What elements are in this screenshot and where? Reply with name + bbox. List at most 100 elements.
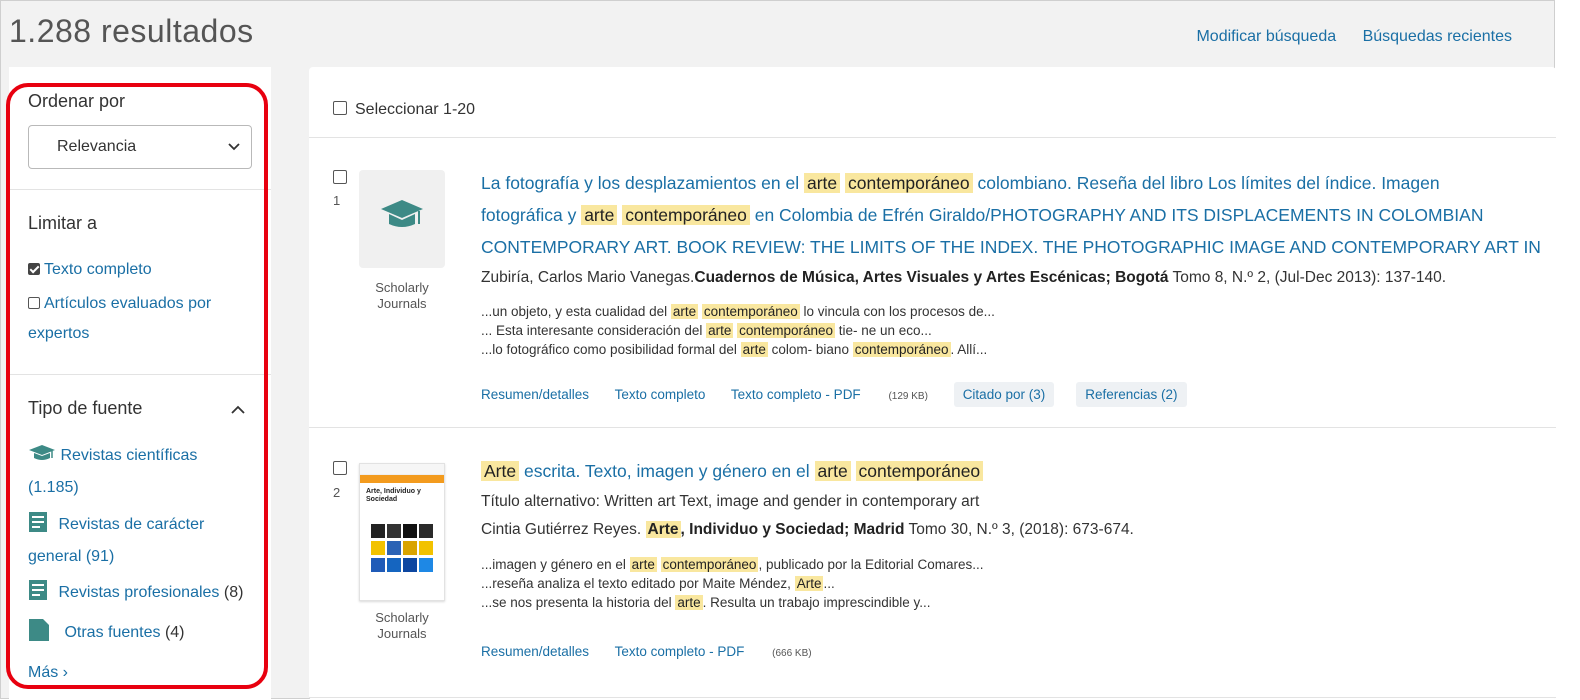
result-snippets: ...un objeto, y esta cualidad del arte c… <box>481 302 995 359</box>
snippet-text: lo vincula con los procesos de... <box>799 304 995 319</box>
highlight: arte <box>675 595 703 610</box>
abstract-link[interactable]: Resumen/detalles <box>481 387 589 402</box>
divider <box>9 189 271 190</box>
source-count-value: (91) <box>85 548 115 565</box>
result-checkbox[interactable] <box>333 461 347 475</box>
source-count-value: (8) <box>223 584 244 601</box>
cited-by-link[interactable]: Citado por (3) <box>953 382 1055 407</box>
source-count-value: (1.185) <box>28 479 79 496</box>
divider <box>9 374 271 375</box>
title-text: fotográfica y <box>481 205 582 225</box>
limit-full-text[interactable]: Texto completo <box>28 261 152 279</box>
pdf-link[interactable]: Texto completo - PDF (666 KB) <box>615 644 812 659</box>
highlight: contemporáneo <box>852 342 951 357</box>
full-text-link[interactable]: Texto completo <box>615 387 706 402</box>
result-number: 1 <box>333 193 341 208</box>
result-checkbox[interactable] <box>333 170 347 184</box>
result-author: Zubiría, Carlos Mario Vanegas. <box>481 269 695 286</box>
cover-band <box>360 464 444 475</box>
result-title-link[interactable]: Arte escrita. Texto, imagen y género en … <box>481 455 1551 487</box>
source-label: Revistas científicas <box>60 447 198 464</box>
title-text: en Colombia de Efrén Giraldo/PHOTOGRAPHY… <box>749 205 1484 225</box>
checkbox-icon[interactable] <box>333 101 347 115</box>
source-general-magazines[interactable]: Revistas de carácter <box>28 509 204 541</box>
limit-peer-reviewed[interactable]: Artículos evaluados por <box>28 295 211 313</box>
highlight[interactable]: Arte <box>645 521 681 538</box>
highlight: arte <box>740 342 768 357</box>
filter-sidebar: Ordenar por Relevancia Limitar a Texto c… <box>9 67 271 700</box>
result-author: Cintia Gutiérrez Reyes. <box>481 521 646 538</box>
checkbox-checked-icon[interactable] <box>28 263 40 275</box>
snippet-text: ...reseña analiza el texto editado por M… <box>481 576 795 591</box>
highlight: contemporáneo <box>660 557 759 572</box>
title-text: CONTEMPORARY ART. BOOK REVIEW: THE LIMIT… <box>481 237 1541 257</box>
pdf-size: (129 KB) <box>888 391 928 402</box>
snippet-text: tie- ne un eco... <box>835 323 932 338</box>
highlight: arte <box>670 304 699 319</box>
highlight: contemporáneo <box>701 304 800 319</box>
source-other[interactable]: Otras fuentes (4) <box>28 617 185 649</box>
select-all-label: Seleccionar 1-20 <box>355 101 476 118</box>
sort-heading: Ordenar por <box>28 91 126 111</box>
highlight: contemporáneo <box>737 323 835 338</box>
source-label: Revistas de carácter <box>58 516 205 533</box>
chevron-up-icon[interactable] <box>230 403 246 417</box>
result-title-link[interactable]: La fotografía y los desplazamientos en e… <box>481 167 1551 263</box>
snippet-text: ...un objeto, y esta cualidad del <box>481 304 671 319</box>
limit-peer-reviewed-line2[interactable]: expertos <box>28 325 89 343</box>
references-link[interactable]: Referencias (2) <box>1076 382 1187 407</box>
result-citation: Zubiría, Carlos Mario Vanegas.Cuadernos … <box>481 269 1446 287</box>
pdf-link-label: Texto completo - PDF <box>614 644 745 659</box>
pdf-link[interactable]: Texto completo - PDF (129 KB) <box>731 387 928 402</box>
snippet-text: , publicado por la Editorial Comares... <box>758 557 984 572</box>
magazine-icon <box>29 580 47 600</box>
result-details: Tomo 30, N.º 3, (2018): 673-674. <box>904 521 1134 538</box>
graduation-cap-icon <box>381 200 423 227</box>
magazine-icon <box>29 512 47 532</box>
source-count: (1.185) <box>28 472 79 504</box>
highlight: contemporáneo <box>622 205 750 225</box>
result-snippets: ...imagen y género en el arte contemporá… <box>481 555 984 612</box>
result-type-line: Journals <box>377 296 427 311</box>
result-type-line: Scholarly <box>375 610 429 625</box>
source-scholarly-journals[interactable]: arte Revistas científicas <box>28 440 197 472</box>
cover-stripe <box>360 475 444 483</box>
highlight: arte <box>581 205 618 225</box>
graduation-cap-icon <box>29 445 55 460</box>
document-icon <box>29 619 49 641</box>
snippet-text: ... Esta interesante consideración del <box>481 323 707 338</box>
divider <box>309 697 1556 698</box>
highlight: contemporáneo <box>845 173 973 193</box>
source-label: Revistas profesionales <box>58 584 220 601</box>
highlight: Arte <box>481 461 520 481</box>
result-cover[interactable]: Arte, Individuo y Sociedad <box>359 463 445 601</box>
checkbox-icon[interactable] <box>28 297 40 309</box>
result-source[interactable]: Cuadernos de Música, Artes Visuales y Ar… <box>694 269 1168 286</box>
title-text: escrita. Texto, imagen y género en el <box>519 461 815 481</box>
result-number: 2 <box>333 485 341 500</box>
select-all[interactable]: Seleccionar 1-20 <box>333 101 475 119</box>
highlight: contemporáneo <box>855 461 984 481</box>
result-details: Tomo 8, N.º 2, (Jul-Dec 2013): 137-140. <box>1168 269 1447 286</box>
source-general-magazines-line2[interactable]: general (91) <box>28 541 114 573</box>
more-sources-link[interactable]: Más › <box>28 657 68 689</box>
highlight: arte <box>803 173 841 193</box>
results-page: 1.288 resultados Modificar búsqueda Búsq… <box>0 0 1556 700</box>
abstract-link[interactable]: Resumen/detalles <box>481 644 589 659</box>
snippet-text: ...lo fotográfico como posibilidad forma… <box>481 342 741 357</box>
sort-select[interactable]: Relevancia <box>28 125 252 169</box>
snippet-text: ...imagen y género en el <box>481 557 630 572</box>
result-item: 1 Scholarly Journals La fotografía y los… <box>309 137 1556 427</box>
recent-searches-link[interactable]: Búsquedas recientes <box>1363 28 1512 45</box>
pdf-size: (666 KB) <box>772 648 812 659</box>
result-type-line: Scholarly <box>375 280 429 295</box>
result-thumbnail[interactable] <box>359 170 445 268</box>
cover-art-icon <box>371 524 433 572</box>
result-source[interactable]: , Individuo y Sociedad; Madrid <box>681 521 905 538</box>
modify-search-link[interactable]: Modificar búsqueda <box>1196 28 1336 45</box>
source-trade-journals[interactable]: Revistas profesionales (8) <box>28 577 243 609</box>
limit-heading: Limitar a <box>28 213 98 233</box>
result-citation: Cintia Gutiérrez Reyes. Arte, Individuo … <box>481 521 1134 539</box>
result-links: Resumen/detalles Texto completo - PDF (6… <box>481 644 834 659</box>
source-count-value: (4) <box>164 624 185 641</box>
